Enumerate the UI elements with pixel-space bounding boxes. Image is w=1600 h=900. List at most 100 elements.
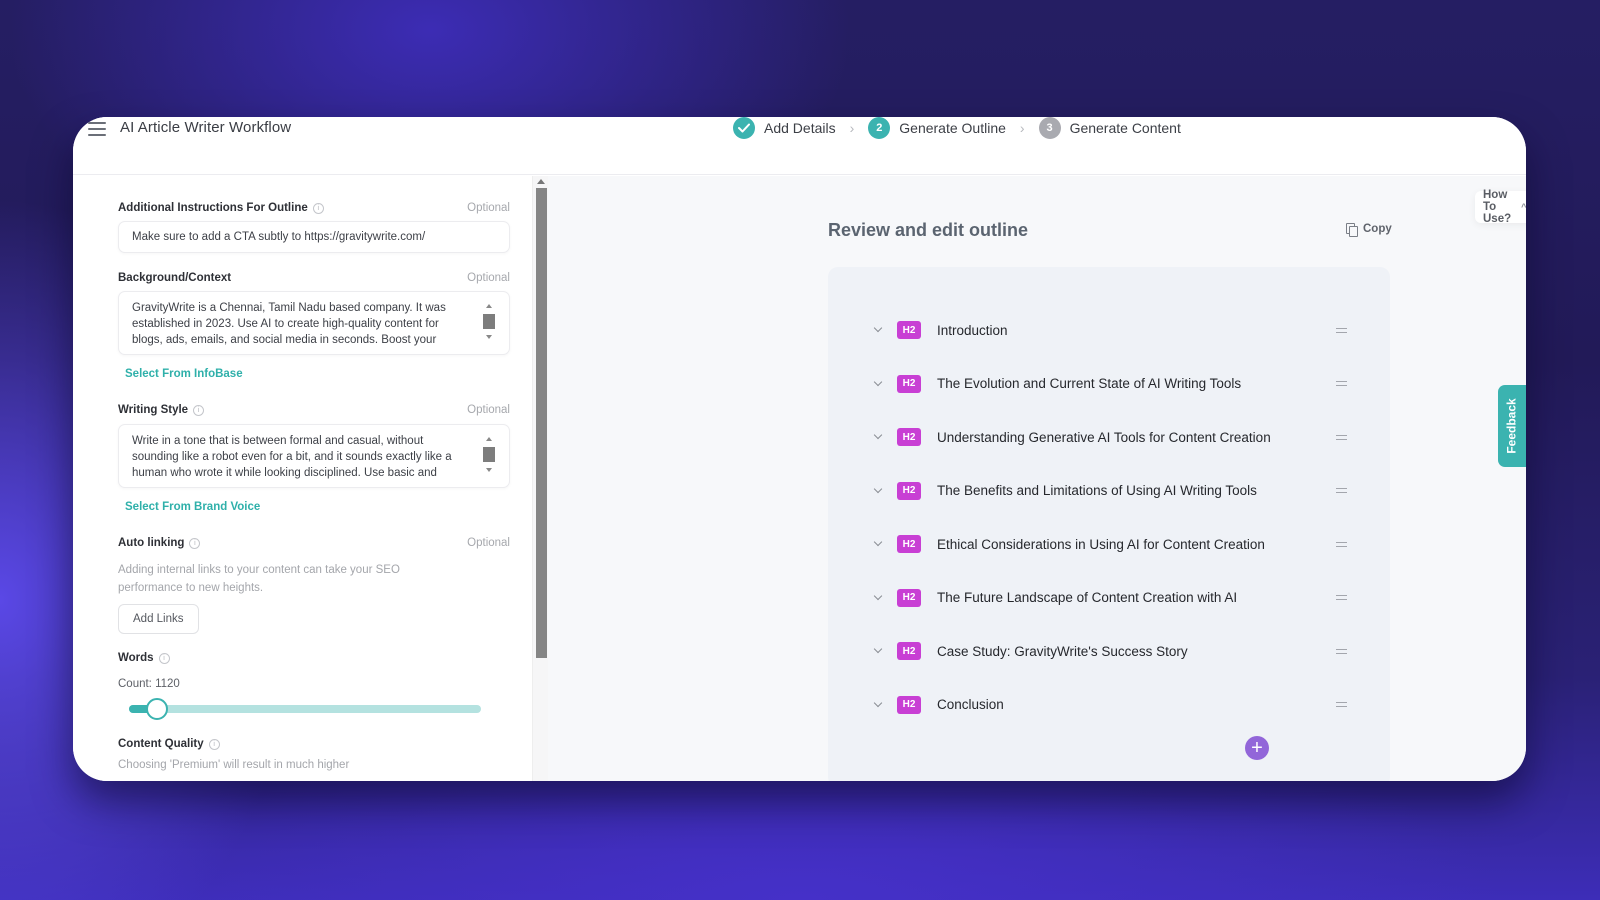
chevron-right-icon: ›	[1019, 120, 1025, 136]
outline-item-title[interactable]: Introduction	[937, 323, 1008, 338]
info-icon[interactable]: i	[193, 404, 205, 416]
app-window: AI Article Writer Workflow Add Details ›…	[73, 117, 1526, 781]
optional-tag: Optional	[467, 272, 510, 284]
outline-item-title[interactable]: The Future Landscape of Content Creation…	[937, 590, 1237, 605]
optional-tag: Optional	[467, 537, 510, 549]
optional-tag: Optional	[467, 202, 510, 214]
writing-style-label: Writing Style i	[118, 404, 205, 416]
how-to-use-label: How To Use?	[1483, 189, 1512, 225]
outline-title: Review and edit outline	[828, 220, 1029, 240]
chevron-down-icon[interactable]	[874, 433, 882, 441]
info-icon[interactable]: i	[158, 652, 170, 664]
outline-item[interactable]: H2 The Future Landscape of Content Creati…	[828, 583, 1390, 613]
workflow-stepper: Add Details › 2 Generate Outline › 3 Gen…	[733, 117, 1181, 139]
outline-item[interactable]: H2 Conclusion	[828, 690, 1390, 720]
chevron-down-icon[interactable]	[874, 540, 882, 548]
feedback-tab[interactable]: Feedback	[1498, 385, 1526, 467]
label-text: Auto linking	[118, 537, 185, 549]
info-icon[interactable]: i	[189, 537, 201, 549]
slider-thumb[interactable]	[146, 698, 169, 720]
scroll-up-icon[interactable]	[486, 437, 492, 441]
word-count: Count: 1120	[118, 678, 180, 690]
outline-instructions-label-row: Additional Instructions For Outline i Op…	[118, 202, 510, 214]
drag-handle-icon[interactable]	[1336, 488, 1347, 493]
slider-track[interactable]	[129, 705, 481, 713]
drag-handle-icon[interactable]	[1336, 327, 1347, 333]
chevron-down-icon[interactable]	[874, 380, 882, 388]
chevron-down-icon[interactable]	[874, 647, 882, 655]
outline-item[interactable]: H2 Introduction	[828, 315, 1390, 345]
word-count-slider[interactable]	[129, 698, 481, 720]
outline-item[interactable]: H2 Ethical Considerations in Using AI for…	[828, 529, 1390, 559]
outline-item-title[interactable]: The Evolution and Current State of AI Wr…	[937, 376, 1241, 391]
add-links-button[interactable]: Add Links	[118, 604, 199, 634]
outline-list: H2 Introduction H2 The Evolution and Curren…	[828, 267, 1390, 781]
chevron-down-icon[interactable]	[874, 594, 882, 602]
outline-item[interactable]: H2 The Evolution and Current State of AI …	[828, 369, 1390, 399]
outline-item[interactable]: H2 The Benefits and Limitations of Using …	[828, 476, 1390, 506]
outline-item-title[interactable]: The Benefits and Limitations of Using AI…	[937, 483, 1257, 498]
chevron-down-icon[interactable]	[874, 701, 882, 709]
copy-label: Copy	[1363, 223, 1392, 235]
drag-handle-icon[interactable]	[1336, 595, 1347, 600]
label-text: Additional Instructions For Outline	[118, 202, 308, 214]
h2-badge: H2	[897, 321, 921, 339]
chevron-down-icon[interactable]	[874, 326, 882, 334]
step-generate-content[interactable]: 3 Generate Content	[1038, 117, 1181, 139]
select-from-infobase-link[interactable]: Select From InfoBase	[125, 368, 243, 380]
outline-item-title[interactable]: Ethical Considerations in Using AI for C…	[937, 537, 1265, 552]
words-label-row: Words i	[118, 652, 510, 664]
drag-handle-icon[interactable]	[1336, 702, 1347, 707]
auto-linking-help: Adding internal links to your content ca…	[118, 564, 400, 594]
words-label: Words i	[118, 652, 170, 664]
background-textarea[interactable]: GravityWrite is a Chennai, Tamil Nadu ba…	[118, 291, 510, 355]
writing-style-textarea[interactable]: Write in a tone that is between formal a…	[118, 424, 510, 488]
scroll-thumb[interactable]	[536, 188, 547, 658]
drag-handle-icon[interactable]	[1336, 541, 1347, 547]
drag-handle-icon[interactable]	[1336, 648, 1347, 654]
scroll-thumb[interactable]	[483, 314, 495, 329]
scroll-up-icon[interactable]	[537, 179, 545, 184]
chevron-down-icon[interactable]	[874, 487, 882, 495]
textarea-scrollbar[interactable]	[483, 304, 495, 344]
outline-item[interactable]: H2 Understanding Generative AI Tools for …	[828, 422, 1390, 452]
drag-handle-icon[interactable]	[1336, 381, 1347, 386]
label-text: Writing Style	[118, 404, 189, 416]
content-quality-help: Choosing 'Premium' will result in much h…	[118, 759, 350, 771]
h2-badge: H2	[897, 695, 921, 714]
h2-badge: H2	[897, 374, 921, 393]
hamburger-icon[interactable]	[88, 122, 106, 136]
scroll-up-icon[interactable]	[486, 304, 492, 308]
info-icon[interactable]: i	[208, 738, 220, 750]
h2-badge: H2	[897, 428, 921, 446]
info-icon[interactable]: i	[312, 202, 324, 214]
step-generate-outline[interactable]: 2 Generate Outline	[868, 117, 1006, 139]
copy-button[interactable]: Copy	[1346, 223, 1392, 237]
textarea-scrollbar[interactable]	[483, 437, 495, 477]
step-label: Add Details	[764, 120, 836, 136]
outline-instructions-label: Additional Instructions For Outline i	[118, 202, 324, 214]
add-section-button[interactable]: +	[1245, 736, 1269, 760]
step-label: Generate Content	[1069, 120, 1181, 136]
label-text: Content Quality	[118, 738, 204, 750]
copy-icon	[1346, 223, 1358, 237]
top-bar: AI Article Writer Workflow Add Details ›…	[73, 117, 1526, 175]
scroll-thumb[interactable]	[483, 447, 495, 462]
left-panel-scrollbar[interactable]	[532, 176, 548, 781]
step-add-details[interactable]: Add Details	[733, 117, 836, 139]
background-label-row: Background/Context Optional	[118, 272, 510, 284]
outline-item-title[interactable]: Case Study: GravityWrite's Success Story	[937, 644, 1188, 659]
outline-item-title[interactable]: Understanding Generative AI Tools for Co…	[937, 430, 1271, 445]
content-quality-label-row: Content Quality i	[118, 738, 510, 750]
select-from-brand-voice-link[interactable]: Select From Brand Voice	[125, 501, 260, 513]
chevron-right-icon: ›	[849, 120, 855, 136]
drag-handle-icon[interactable]	[1336, 434, 1347, 440]
optional-tag: Optional	[467, 404, 510, 416]
scroll-down-icon[interactable]	[486, 468, 492, 472]
outline-item-title[interactable]: Conclusion	[937, 697, 1004, 712]
outline-instructions-input[interactable]: Make sure to add a CTA subtly to https:/…	[118, 221, 510, 253]
how-to-use-button[interactable]: How To Use? ^	[1475, 189, 1526, 225]
outline-item[interactable]: H2 Case Study: GravityWrite's Success Sto…	[828, 636, 1390, 666]
scroll-down-icon[interactable]	[486, 335, 492, 339]
outline-panel: How To Use? ^ Review and edit outline Co…	[548, 176, 1526, 781]
